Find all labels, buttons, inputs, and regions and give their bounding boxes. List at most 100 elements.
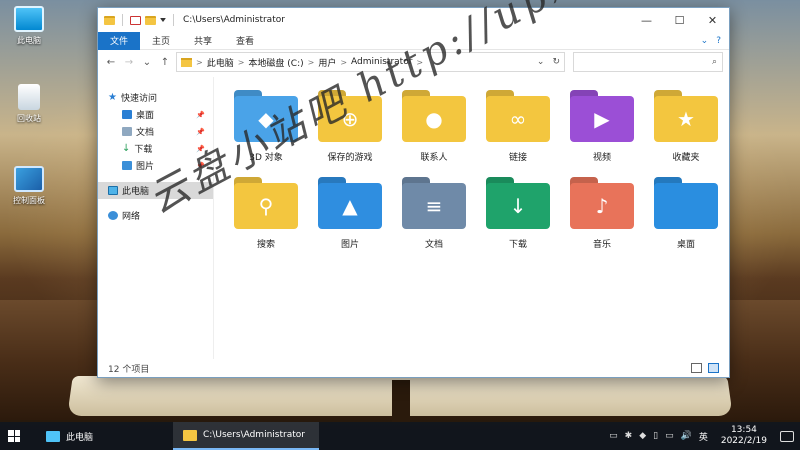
links-icon: ∞ — [486, 90, 550, 142]
pin-icon: 📌 — [196, 110, 205, 119]
properties-icon[interactable] — [130, 15, 141, 25]
music-icon: ♪ — [570, 177, 634, 229]
item-count: 12 个项目 — [108, 364, 150, 375]
back-button[interactable]: ← — [104, 53, 118, 71]
network-icon[interactable]: ▭ — [665, 431, 674, 441]
folder-icon — [181, 57, 192, 67]
wallpaper-book-left-page — [67, 376, 403, 416]
downloads-icon: ↓ — [486, 177, 550, 229]
start-button[interactable] — [0, 422, 28, 450]
taskbar-item-label: C:\Users\Administrator — [203, 430, 305, 440]
details-view-button[interactable] — [691, 363, 702, 373]
folder-item[interactable]: ∞ 链接 — [476, 90, 560, 177]
this-pc-icon — [46, 430, 60, 442]
folder-item-label: 搜索 — [256, 240, 275, 250]
tab-share[interactable]: 共享 — [182, 32, 224, 50]
desktop-icon-control-panel[interactable]: 控制面板 — [6, 166, 52, 206]
star-icon: ★ — [108, 92, 117, 103]
this-pc-icon — [108, 186, 118, 195]
up-button[interactable]: ↑ — [158, 53, 172, 71]
taskbar-item-this-pc[interactable]: 此电脑 — [36, 422, 103, 450]
recycle-bin-icon — [18, 84, 40, 110]
desktop-icon-label: 控制面板 — [13, 196, 45, 205]
close-button[interactable]: ✕ — [696, 8, 729, 32]
folder-item[interactable]: ⚲ 搜索 — [224, 177, 308, 264]
battery-icon[interactable]: ▯ — [653, 431, 658, 441]
minimize-button[interactable]: — — [630, 8, 663, 32]
folder-item-label: 收藏夹 — [672, 153, 700, 163]
security-icon[interactable]: ◆ — [639, 431, 646, 441]
desktop-icon-recycle-bin[interactable]: 回收站 — [6, 84, 52, 124]
address-dropdown-icon[interactable]: ⌄ — [537, 57, 545, 67]
desktop-icon-label: 此电脑 — [17, 36, 41, 45]
input-language-indicator[interactable]: 英 — [699, 430, 708, 443]
folder-item[interactable]: ♪ 音乐 — [560, 177, 644, 264]
searches-icon: ⚲ — [234, 177, 298, 229]
bluetooth-icon[interactable]: ✱ — [625, 431, 633, 441]
folder-item[interactable]: 桌面 — [644, 177, 728, 264]
breadcrumb-this-pc[interactable]: 此电脑 — [207, 56, 234, 69]
refresh-icon[interactable]: ↻ — [552, 57, 560, 67]
folder-item[interactable]: ≡ 文档 — [392, 177, 476, 264]
clock[interactable]: 13:54 2022/2/19 — [715, 425, 773, 447]
desktop-icon-this-pc[interactable]: 此电脑 — [6, 6, 52, 46]
tab-file[interactable]: 文件 — [98, 31, 141, 50]
system-tray: ▭ ✱ ◆ ▯ ▭ 🔊 英 13:54 2022/2/19 — [609, 425, 800, 447]
folder-item-label: 图片 — [340, 240, 359, 250]
clock-date: 2022/2/19 — [720, 436, 767, 446]
taskbar-item-label: 此电脑 — [66, 432, 94, 443]
sidebar-item-desktop[interactable]: 桌面 📌 — [98, 106, 213, 123]
divider — [122, 14, 123, 26]
folder-item[interactable]: ↓ 下载 — [476, 177, 560, 264]
sidebar-item-documents[interactable]: 文档 📌 — [98, 123, 213, 140]
tab-home[interactable]: 主页 — [140, 32, 182, 50]
forward-button[interactable]: → — [122, 53, 136, 71]
large-icons-view-button[interactable] — [708, 363, 719, 373]
help-button[interactable]: ? — [716, 36, 721, 46]
quick-access-toolbar — [104, 14, 177, 26]
favorites-icon: ★ — [654, 90, 718, 142]
divider — [173, 14, 174, 26]
sidebar-item-label: 快速访问 — [120, 94, 157, 104]
control-panel-icon — [14, 166, 44, 192]
chevron-down-icon[interactable] — [160, 18, 166, 22]
notification-icon[interactable] — [780, 430, 794, 442]
window-title: C:\Users\Administrator — [183, 15, 285, 25]
breadcrumb-local-disk[interactable]: 本地磁盘 (C:) — [248, 56, 303, 69]
recent-locations-button[interactable]: ⌄ — [140, 53, 154, 71]
download-icon: ↓ — [122, 143, 131, 154]
breadcrumb-separator[interactable]: > — [238, 58, 245, 67]
breadcrumb-users[interactable]: 用户 — [318, 56, 336, 69]
sidebar-item-label: 网络 — [122, 212, 141, 222]
folder-item-label: 联系人 — [420, 153, 448, 163]
clock-time: 13:54 — [730, 425, 757, 435]
folder-item[interactable]: ★ 收藏夹 — [644, 90, 728, 177]
tab-view[interactable]: 查看 — [224, 32, 266, 50]
navigation-pane: ★ 快速访问 桌面 📌 文档 📌 ↓ 下载 📌 图片 📌 此电脑 网络 — [98, 77, 214, 359]
folder-icon — [104, 15, 115, 25]
folder-item-label: 桌面 — [676, 240, 695, 250]
breadcrumb-separator[interactable]: > — [196, 58, 203, 67]
volume-icon[interactable]: 🔊 — [681, 431, 692, 441]
folder-item[interactable]: ▲ 图片 — [308, 177, 392, 264]
new-folder-icon[interactable] — [145, 15, 156, 25]
tray-app-icon[interactable]: ▭ — [609, 431, 618, 441]
search-input[interactable]: ⌕ — [573, 52, 723, 72]
sidebar-item-label: 下载 — [134, 145, 153, 155]
wallpaper-book-right-page — [397, 376, 733, 416]
windows-logo-icon — [8, 430, 20, 442]
videos-icon: ▶ — [570, 90, 634, 142]
folder-item[interactable]: ● 联系人 — [392, 90, 476, 177]
network-icon — [108, 211, 118, 220]
sidebar-item-quick-access[interactable]: ★ 快速访问 — [98, 89, 213, 106]
maximize-button[interactable]: ☐ — [663, 8, 696, 32]
folder-item[interactable]: ▶ 视频 — [560, 90, 644, 177]
taskbar-item-explorer[interactable]: C:\Users\Administrator — [173, 422, 320, 450]
ribbon-collapse-button[interactable]: ⌄ — [701, 36, 709, 46]
pin-icon: 📌 — [196, 127, 205, 136]
folder-item-label: 音乐 — [592, 240, 611, 250]
folder-item-label: 链接 — [508, 153, 527, 163]
pictures-icon — [122, 161, 132, 170]
breadcrumb-separator[interactable]: > — [308, 58, 315, 67]
search-icon: ⌕ — [711, 57, 717, 67]
